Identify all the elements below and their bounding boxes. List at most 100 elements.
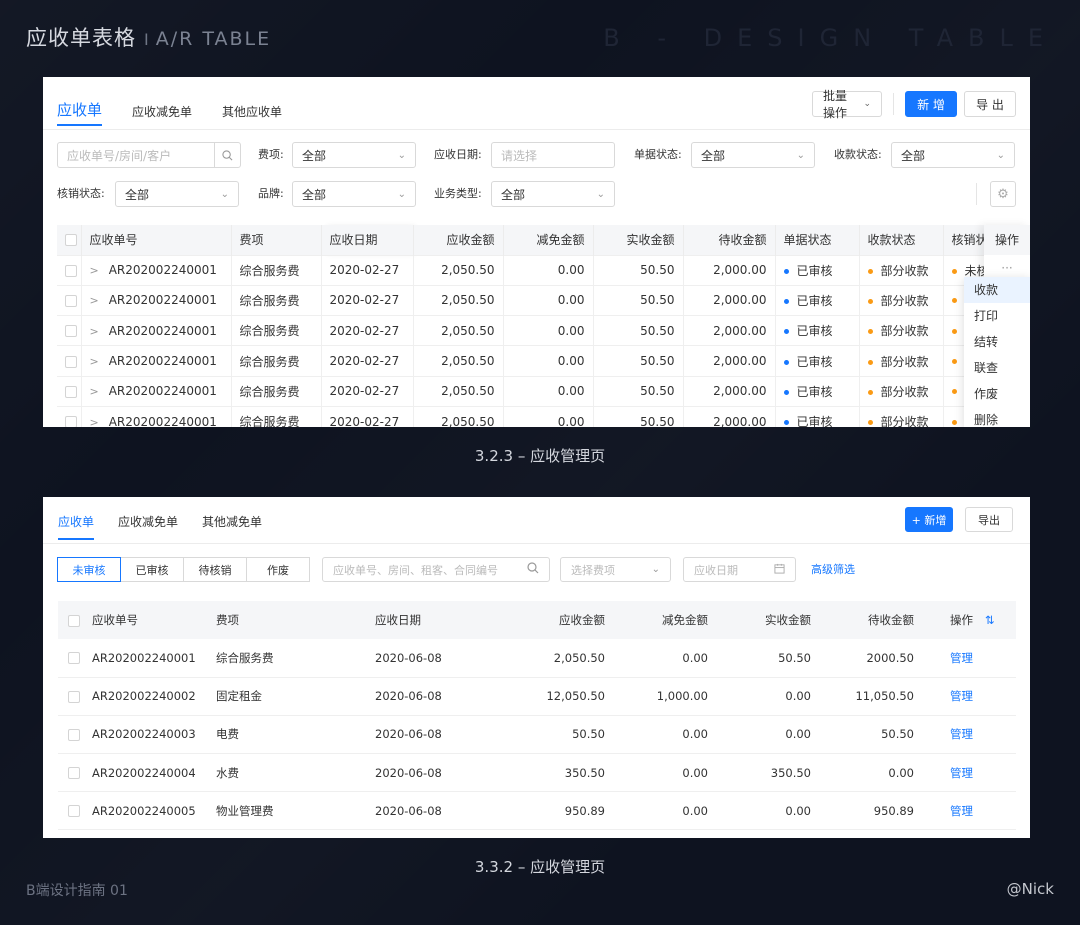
table-row[interactable]: > AR202002240001 综合服务费 2020-02-27 2,050.50 0.… [57, 284, 1030, 316]
table-row[interactable]: > AR202002240001 综合服务费 2020-02-27 2,050.50 0.… [57, 315, 1030, 346]
ar-number-link[interactable]: AR202002240003 [82, 715, 206, 755]
calendar-icon [774, 563, 785, 577]
manage-link[interactable]: 管理 [950, 651, 973, 665]
batch-operation-button[interactable]: 批量操作 ⌄ [812, 89, 882, 120]
row-checkbox[interactable] [65, 385, 77, 398]
menu-item-void[interactable]: 作废 [964, 381, 1030, 407]
fee-select[interactable]: 全部 ⌄ [292, 142, 416, 168]
amount-cell: 2,050.50 [413, 284, 504, 316]
col-header[interactable]: 实收金额 [593, 225, 684, 255]
row-checkbox[interactable] [68, 767, 80, 780]
col-header[interactable]: 费项 [231, 225, 322, 255]
tab-other[interactable]: 其他应收单 [222, 103, 282, 126]
col-header[interactable]: 减免金额 [615, 601, 718, 639]
menu-item-collect[interactable]: 收款 [964, 277, 1030, 303]
row-checkbox[interactable] [65, 416, 77, 427]
table-row[interactable]: AR202002240004 水费 2020-06-08 350.50 0.00 350.… [58, 753, 1016, 793]
col-header[interactable]: 应收金额 [475, 601, 615, 639]
tab-receivable[interactable]: 应收单 [58, 513, 95, 540]
col-header[interactable]: 应收金额 [413, 225, 504, 255]
fee-select[interactable]: 选择费项 ⌄ [560, 557, 671, 582]
segment-unaudited[interactable]: 未审核 [57, 557, 121, 582]
doc-status-select[interactable]: 全部 ⌄ [691, 142, 815, 168]
row-checkbox[interactable] [68, 728, 80, 741]
col-header[interactable]: 待收金额 [821, 601, 924, 639]
date-input[interactable]: 请选择 [491, 142, 615, 168]
manage-link[interactable]: 管理 [950, 804, 973, 818]
col-header[interactable]: 应收单号 [81, 225, 232, 255]
col-header[interactable]: 应收日期 [321, 225, 414, 255]
manage-link[interactable]: 管理 [950, 727, 973, 741]
chevron-right-icon[interactable]: > [90, 294, 99, 307]
row-checkbox[interactable] [68, 652, 80, 665]
search-input[interactable]: 应收单号、房间、租客、合同编号 [322, 557, 550, 582]
row-checkbox[interactable] [65, 294, 77, 307]
search-icon[interactable] [214, 143, 240, 167]
menu-item-print[interactable]: 打印 [964, 303, 1030, 329]
tab-other-relief[interactable]: 其他减免单 [202, 513, 262, 540]
table-row[interactable]: > AR202002240001 综合服务费 2020-02-27 2,050.50 0.… [57, 254, 1030, 286]
divider [976, 183, 977, 205]
date-input[interactable]: 应收日期 [683, 557, 796, 582]
tab-relief[interactable]: 应收减免单 [118, 513, 178, 540]
table-row[interactable]: > AR202002240001 综合服务费 2020-02-27 2,050.50 0.… [57, 375, 1030, 407]
search-icon[interactable] [527, 562, 539, 577]
chevron-right-icon[interactable]: > [90, 385, 99, 398]
col-header[interactable]: 费项 [206, 601, 365, 639]
export-button[interactable]: 导 出 [964, 91, 1016, 117]
advanced-filter-link[interactable]: 高级筛选 [811, 557, 855, 582]
ar-number-link[interactable]: AR202002240004 [82, 753, 206, 793]
menu-item-carryover[interactable]: 结转 [964, 329, 1030, 355]
manage-link[interactable]: 管理 [950, 689, 973, 703]
pay-status-select[interactable]: 全部 ⌄ [891, 142, 1015, 168]
chevron-right-icon[interactable]: > [90, 325, 99, 338]
table-row[interactable]: > AR202002240001 综合服务费 2020-02-27 2,050.50 0.… [57, 345, 1030, 377]
writeoff-select[interactable]: 全部 ⌄ [115, 181, 239, 207]
table-row[interactable]: AR202002240001 综合服务费 2020-06-08 2,050.50 0.0… [58, 639, 1016, 678]
col-header[interactable]: 实收金额 [718, 601, 821, 639]
column-settings-icon[interactable]: ⇅ [985, 613, 995, 627]
ar-number-link[interactable]: AR202002240005 [82, 791, 206, 831]
table-row[interactable]: AR202002240002 固定租金 2020-06-08 12,050.50 1,0… [58, 677, 1016, 716]
segment-audited[interactable]: 已审核 [120, 557, 184, 582]
ar-number-link[interactable]: AR202002240002 [82, 677, 206, 716]
table-row[interactable]: AR202002240005 物业管理费 2020-06-08 950.89 0.00 0… [58, 791, 1016, 831]
biz-type-select[interactable]: 全部 ⌄ [491, 181, 615, 207]
settings-button[interactable]: ⚙ [990, 181, 1016, 207]
chevron-right-icon[interactable]: > [90, 264, 99, 277]
amount-cell: 2,050.50 [413, 375, 504, 407]
col-header[interactable]: 操作 [950, 613, 973, 627]
table-row[interactable]: AR202002240003 电费 2020-06-08 50.50 0.00 0.00 5… [58, 715, 1016, 755]
new-button[interactable]: 新 增 [905, 91, 957, 117]
select-all-checkbox[interactable] [68, 614, 80, 627]
select-all-checkbox[interactable] [65, 234, 77, 247]
tab-receivable[interactable]: 应收单 [57, 99, 103, 126]
menu-item-delete[interactable]: 删除 [964, 407, 1030, 427]
segment-void[interactable]: 作废 [246, 557, 310, 582]
brand-select[interactable]: 全部 ⌄ [292, 181, 416, 207]
row-checkbox[interactable] [68, 690, 80, 703]
col-header[interactable]: 减免金额 [503, 225, 594, 255]
row-checkbox[interactable] [65, 355, 77, 368]
col-header[interactable]: 待收金额 [683, 225, 776, 255]
chevron-right-icon[interactable]: > [90, 355, 99, 368]
new-button[interactable]: + 新增 [905, 507, 953, 532]
search-input[interactable]: 应收单号/房间/客户 [57, 142, 241, 168]
menu-item-linked-query[interactable]: 联查 [964, 355, 1030, 381]
row-checkbox[interactable] [65, 264, 77, 277]
relief-cell: 0.00 [503, 284, 594, 316]
segment-pending-writeoff[interactable]: 待核销 [183, 557, 247, 582]
row-checkbox[interactable] [68, 805, 80, 818]
manage-link[interactable]: 管理 [950, 766, 973, 780]
chevron-right-icon[interactable]: > [90, 416, 99, 427]
more-icon[interactable]: ··· [984, 257, 1030, 279]
tab-relief[interactable]: 应收减免单 [132, 103, 192, 126]
table-row[interactable]: > AR202002240001 综合服务费 2020-02-27 2,050.50 0.… [57, 405, 1030, 427]
ar-number-link[interactable]: AR202002240001 [82, 639, 206, 678]
col-header[interactable]: 应收日期 [365, 601, 475, 639]
col-header[interactable]: 单据状态 [775, 225, 860, 255]
export-button[interactable]: 导出 [965, 507, 1013, 532]
col-header[interactable]: 收款状态 [859, 225, 944, 255]
row-checkbox[interactable] [65, 325, 77, 338]
col-header[interactable]: 应收单号 [82, 601, 206, 639]
